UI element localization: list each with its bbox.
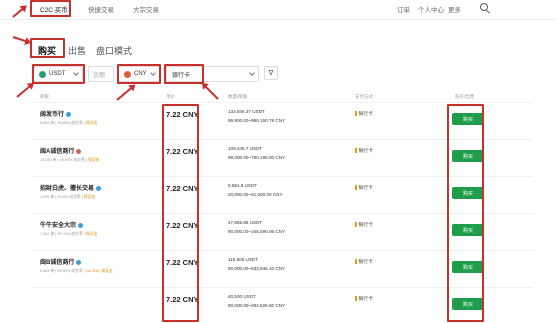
bank-card-icon xyxy=(355,296,357,302)
header-payment: 支付方式 xyxy=(355,94,373,99)
order-limit: 90,000.00~833,946.10 CNY xyxy=(228,266,286,271)
table-row: 阔发币行 5,669 单 | 99.88% 成交率 | 保证金 7.22 CNY 13… xyxy=(33,103,533,140)
amount-input[interactable]: 金额 xyxy=(88,66,114,82)
available-amount: 40,530 USDT xyxy=(228,294,256,299)
tab-order-book[interactable]: 盘口模式 xyxy=(96,44,132,57)
buy-button[interactable]: 购买 xyxy=(452,113,484,125)
merchant-name[interactable]: 招财白虎、擅长交易 xyxy=(40,183,102,192)
table-row: 招财白虎、擅长交易 1,999 单 | 99.8% 成交率 | 保证金 7.22 C… xyxy=(33,177,533,214)
merchant-name[interactable]: 闽B诚信商行 xyxy=(40,257,82,266)
header-merchant: 商家 xyxy=(40,94,49,99)
payment-method: 银行卡 xyxy=(355,221,373,228)
nav-orders[interactable]: 订单 xyxy=(397,4,410,14)
verified-badge-icon xyxy=(66,111,72,117)
verified-badge-icon xyxy=(76,148,82,154)
order-limit: 99,900.00~959,150.79 CNY xyxy=(228,118,286,123)
fiat-select-value: CNY xyxy=(134,71,147,77)
deposit-tag: 保证金 xyxy=(88,158,100,162)
buy-button[interactable]: 购买 xyxy=(452,224,484,236)
bank-card-icon xyxy=(355,148,357,154)
header-price: 单价 xyxy=(166,94,175,99)
unit-price: 7.22 CNY xyxy=(166,295,199,304)
buy-button[interactable]: 购买 xyxy=(452,150,484,162)
order-limit: 90,000.00~292,626.60 CNY xyxy=(228,303,286,308)
unit-price: 7.22 CNY xyxy=(166,147,199,156)
tab-sell[interactable]: 出售 xyxy=(68,44,86,57)
payment-method: 银行卡 xyxy=(355,258,373,265)
deposit-tag: 保证金 xyxy=(85,232,98,236)
order-limit: 99,000.00~790,198.00 CNY xyxy=(228,155,286,160)
annotation-arrow-payment xyxy=(201,82,219,100)
payment-method: 银行卡 xyxy=(355,295,373,302)
unit-price: 7.22 CNY xyxy=(166,110,199,119)
nav-quick-trade[interactable]: 快捷交易 xyxy=(88,4,114,14)
verified-badge-icon xyxy=(78,222,84,228)
chevron-down-icon xyxy=(150,70,156,76)
available-amount: 109,445.7 USDT xyxy=(228,146,263,151)
nav-block-trade[interactable]: 大宗交易 xyxy=(133,4,159,14)
buy-button[interactable]: 购买 xyxy=(452,187,484,199)
bank-card-icon xyxy=(355,185,357,191)
deposit-tag: 保证金 xyxy=(83,195,96,199)
merchant-name[interactable]: 阔发币行 xyxy=(40,109,72,118)
annotation-arrow-coin xyxy=(16,82,34,98)
merchant-stats: 1,999 单 | 99.8% 成交率 | 保证金 xyxy=(40,195,96,199)
payment-method: 银行卡 xyxy=(355,110,373,117)
unit-price: 7.22 CNY xyxy=(166,221,199,230)
coin-select[interactable]: USDT xyxy=(33,66,83,82)
search-icon[interactable] xyxy=(480,3,488,11)
table-row: 闽A诚信商行 15,290 单 | 99.93% 成交率 | 保证金 7.22 CN… xyxy=(33,140,533,177)
annotation-arrow-fiat xyxy=(116,84,136,101)
annotation-arrow-buy xyxy=(12,36,31,44)
header-amount: 数量/限额 xyxy=(228,94,248,99)
header-action: 购买/出售 xyxy=(455,94,475,99)
payment-select-value: 银行卡 xyxy=(172,72,191,79)
order-limit: 90,000.00~345,590.06 CNY xyxy=(228,229,286,234)
tab-buy[interactable]: 购买 xyxy=(38,44,56,57)
chevron-down-icon xyxy=(73,70,79,76)
unit-price: 7.22 CNY xyxy=(166,258,199,267)
usdt-icon xyxy=(39,70,46,78)
deposit-tag: 1m 20s | 保证金 xyxy=(85,269,113,273)
bank-card-icon xyxy=(355,259,357,265)
table-row: 7.22 CNY 40,530 USDT 90,000.00~292,626.60 … xyxy=(33,288,533,323)
available-amount: 47,865.66 USDT xyxy=(228,220,263,225)
verified-badge-icon xyxy=(96,185,102,191)
top-navigation: C2C 买币 快捷交易 大宗交易 订单 个人中心 更多 xyxy=(0,0,555,20)
merchant-name[interactable]: 闽A诚信商行 xyxy=(40,146,82,155)
merchant-stats: 5,683 单 | 99.85% 成交率 | 1m 20s | 保证金 xyxy=(40,269,113,273)
payment-method: 银行卡 xyxy=(355,184,373,191)
chevron-down-icon xyxy=(249,70,255,76)
nav-more[interactable]: 更多 xyxy=(448,4,461,14)
amount-placeholder: 金额 xyxy=(93,72,106,79)
order-limit: 20,000.00~61,000.00 CNY xyxy=(228,192,283,197)
payment-select[interactable]: 银行卡 xyxy=(166,66,259,82)
deposit-tag: 保证金 xyxy=(85,121,98,125)
table-row: 闽B诚信商行 5,683 单 | 99.85% 成交率 | 1m 20s | 保证… xyxy=(33,251,533,288)
available-amount: 9,691.8 USDT xyxy=(228,183,258,188)
merchant-name[interactable]: 牛牛安全大宗 xyxy=(40,220,84,229)
bank-card-icon xyxy=(355,111,357,117)
table-row: 牛牛安全大宗 7,302 单 | 99.76% 成交率 | 保证金 7.22 CNY… xyxy=(33,214,533,251)
verified-badge-icon xyxy=(76,259,82,265)
filter-icon[interactable]: ∇ xyxy=(264,66,278,80)
merchant-stats: 5,669 单 | 99.88% 成交率 | 保证金 xyxy=(40,121,98,125)
buy-button[interactable]: 购买 xyxy=(452,261,484,273)
merchant-stats: 15,290 单 | 99.93% 成交率 | 保证金 xyxy=(40,158,100,162)
available-amount: 115,505 USDT xyxy=(228,257,259,262)
nav-user-center[interactable]: 个人中心 xyxy=(418,4,444,14)
cny-icon xyxy=(124,70,131,78)
nav-c2c[interactable]: C2C 买币 xyxy=(40,4,68,14)
payment-method: 银行卡 xyxy=(355,147,373,154)
coin-select-value: USDT xyxy=(49,71,66,77)
available-amount: 132,846.37 USDT xyxy=(228,109,265,114)
buy-button[interactable]: 购买 xyxy=(452,298,484,310)
bank-card-icon xyxy=(355,222,357,228)
fiat-select[interactable]: CNY xyxy=(118,66,160,82)
merchant-stats: 7,302 单 | 99.76% 成交率 | 保证金 xyxy=(40,232,98,236)
unit-price: 7.22 CNY xyxy=(166,184,199,193)
